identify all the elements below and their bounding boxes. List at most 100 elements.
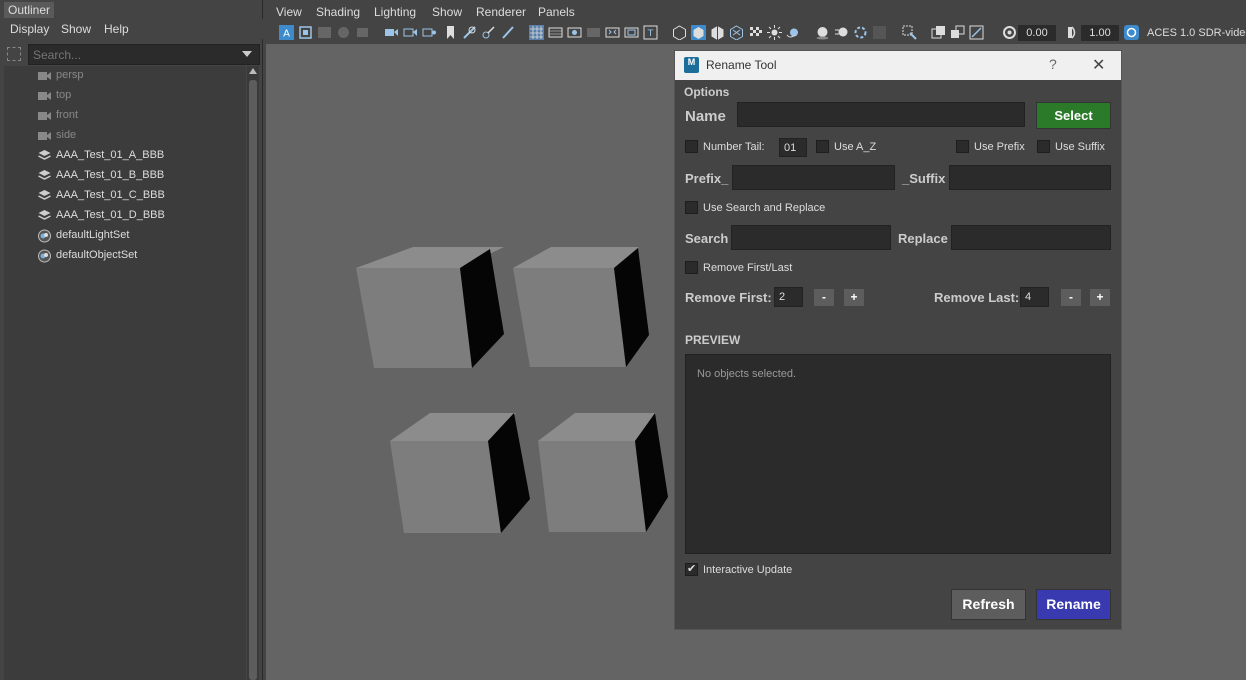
outliner-menubar: Display Show Help bbox=[0, 19, 263, 39]
use-az-checkbox[interactable] bbox=[816, 140, 829, 153]
outliner-item[interactable]: defaultObjectSet bbox=[4, 246, 246, 266]
outliner-item[interactable]: AAA_Test_01_D_BBB bbox=[4, 206, 246, 226]
menu-view[interactable]: View bbox=[276, 5, 302, 19]
remove-last-input[interactable] bbox=[1020, 287, 1049, 307]
search-dropdown-icon[interactable] bbox=[242, 51, 252, 57]
menu-panels[interactable]: Panels bbox=[538, 5, 575, 19]
transform-icon bbox=[37, 169, 52, 183]
anti-aliasing-icon[interactable] bbox=[853, 25, 868, 40]
cube-object-b[interactable] bbox=[513, 246, 653, 370]
cube-object-d[interactable] bbox=[538, 411, 670, 535]
cube-object-c[interactable] bbox=[390, 411, 532, 535]
depth-of-field-icon[interactable] bbox=[872, 25, 887, 40]
name-input[interactable] bbox=[737, 102, 1025, 127]
menu-display[interactable]: Display bbox=[10, 22, 49, 36]
screen-space-ao-icon[interactable] bbox=[815, 25, 830, 40]
color-space-label[interactable]: ACES 1.0 SDR-video bbox=[1147, 27, 1246, 39]
outliner-item[interactable]: side bbox=[4, 126, 246, 146]
menu-renderer[interactable]: Renderer bbox=[476, 5, 526, 19]
xray-joints-icon[interactable] bbox=[950, 25, 965, 40]
number-tail-input[interactable] bbox=[779, 138, 807, 157]
paint-brush-icon[interactable] bbox=[500, 25, 515, 40]
use-all-lights-icon[interactable] bbox=[748, 25, 763, 40]
film-gate-icon[interactable] bbox=[384, 25, 399, 40]
outliner-search-input[interactable] bbox=[28, 44, 260, 65]
two-d-pan-icon[interactable] bbox=[355, 25, 370, 40]
replace-input[interactable] bbox=[951, 225, 1111, 250]
outliner-item[interactable]: AAA_Test_01_C_BBB bbox=[4, 186, 246, 206]
bookmark-icon[interactable] bbox=[443, 25, 458, 40]
remove-first-increment-button[interactable]: + bbox=[844, 289, 864, 306]
motion-blur-icon[interactable] bbox=[834, 25, 849, 40]
wireframe-icon[interactable] bbox=[672, 25, 687, 40]
outliner-scrollbar[interactable] bbox=[247, 66, 259, 680]
gamma-icon[interactable] bbox=[1065, 25, 1080, 40]
number-tail-checkbox[interactable] bbox=[685, 140, 698, 153]
use-prefix-label: Use Prefix bbox=[974, 141, 1025, 153]
xray-icon[interactable] bbox=[931, 25, 946, 40]
scrollbar-thumb[interactable] bbox=[249, 80, 257, 680]
menu-help[interactable]: Help bbox=[104, 22, 129, 36]
remove-first-input[interactable] bbox=[774, 287, 803, 307]
suffix-input[interactable] bbox=[949, 165, 1111, 190]
safe-action-icon[interactable] bbox=[481, 25, 496, 40]
use-prefix-checkbox[interactable] bbox=[956, 140, 969, 153]
isolate-select-icon[interactable] bbox=[902, 25, 917, 40]
light-icon[interactable] bbox=[767, 25, 782, 40]
safe-title-toggle-icon[interactable]: T bbox=[643, 25, 658, 40]
interactive-update-checkbox[interactable] bbox=[685, 562, 698, 576]
remove-first-last-checkbox[interactable] bbox=[685, 261, 698, 274]
film-gate-toggle-icon[interactable] bbox=[548, 25, 563, 40]
outliner-item[interactable]: AAA_Test_01_B_BBB bbox=[4, 166, 246, 186]
dialog-titlebar[interactable]: M Rename Tool ? ✕ bbox=[675, 51, 1121, 80]
shadows-icon[interactable] bbox=[786, 25, 801, 40]
textured-icon[interactable] bbox=[729, 25, 744, 40]
rename-button[interactable]: Rename bbox=[1036, 589, 1111, 620]
prefix-input[interactable] bbox=[732, 165, 895, 190]
rename-tool-dialog: M Rename Tool ? ✕ Options Name Select Nu… bbox=[674, 50, 1122, 630]
select-camera-icon[interactable]: A bbox=[279, 25, 294, 40]
outliner-item[interactable]: defaultLightSet bbox=[4, 226, 246, 246]
help-button[interactable]: ? bbox=[1049, 56, 1057, 72]
gate-mask-toggle-icon[interactable] bbox=[586, 25, 601, 40]
field-chart-icon[interactable] bbox=[462, 25, 477, 40]
use-suffix-checkbox[interactable] bbox=[1037, 140, 1050, 153]
menu-lighting[interactable]: Lighting bbox=[374, 5, 416, 19]
xray-components-icon[interactable] bbox=[969, 25, 984, 40]
menu-shading[interactable]: Shading bbox=[316, 5, 360, 19]
image-plane-icon[interactable] bbox=[336, 25, 351, 40]
remove-last-label: Remove Last: bbox=[934, 290, 1020, 305]
grid-icon[interactable] bbox=[529, 25, 544, 40]
gate-mask-icon[interactable] bbox=[422, 25, 437, 40]
filter-icon[interactable] bbox=[7, 47, 21, 61]
outliner-item[interactable]: top bbox=[4, 86, 246, 106]
color-management-icon[interactable] bbox=[1124, 25, 1139, 40]
close-icon[interactable]: ✕ bbox=[1092, 55, 1105, 75]
remove-last-increment-button[interactable]: + bbox=[1090, 289, 1110, 306]
outliner-item[interactable]: front bbox=[4, 106, 246, 126]
resolution-gate-icon[interactable] bbox=[403, 25, 418, 40]
exposure-field[interactable]: 0.00 bbox=[1018, 25, 1056, 41]
gamma-field[interactable]: 1.00 bbox=[1081, 25, 1119, 41]
refresh-button[interactable]: Refresh bbox=[951, 589, 1026, 620]
scroll-up-icon[interactable] bbox=[249, 68, 257, 74]
smooth-shade-icon[interactable] bbox=[691, 25, 706, 40]
remove-last-decrement-button[interactable]: - bbox=[1061, 289, 1081, 306]
outliner-item[interactable]: AAA_Test_01_A_BBB bbox=[4, 146, 246, 166]
safe-action-toggle-icon[interactable] bbox=[624, 25, 639, 40]
cube-object-a[interactable] bbox=[356, 246, 506, 370]
remove-first-label: Remove First: bbox=[685, 290, 772, 305]
resolution-toggle-icon[interactable] bbox=[567, 25, 582, 40]
wireframe-on-shaded-icon[interactable] bbox=[710, 25, 725, 40]
select-button[interactable]: Select bbox=[1036, 102, 1111, 129]
menu-show-vp[interactable]: Show bbox=[432, 5, 462, 19]
camera-attributes-icon[interactable] bbox=[298, 25, 313, 40]
use-search-replace-checkbox[interactable] bbox=[685, 201, 698, 214]
bookmarks-icon[interactable] bbox=[317, 25, 332, 40]
outliner-item[interactable]: persp bbox=[4, 66, 246, 86]
menu-show[interactable]: Show bbox=[61, 22, 91, 36]
exposure-icon[interactable] bbox=[1002, 25, 1017, 40]
field-chart-toggle-icon[interactable] bbox=[605, 25, 620, 40]
remove-first-decrement-button[interactable]: - bbox=[814, 289, 834, 306]
search-input[interactable] bbox=[731, 225, 891, 250]
